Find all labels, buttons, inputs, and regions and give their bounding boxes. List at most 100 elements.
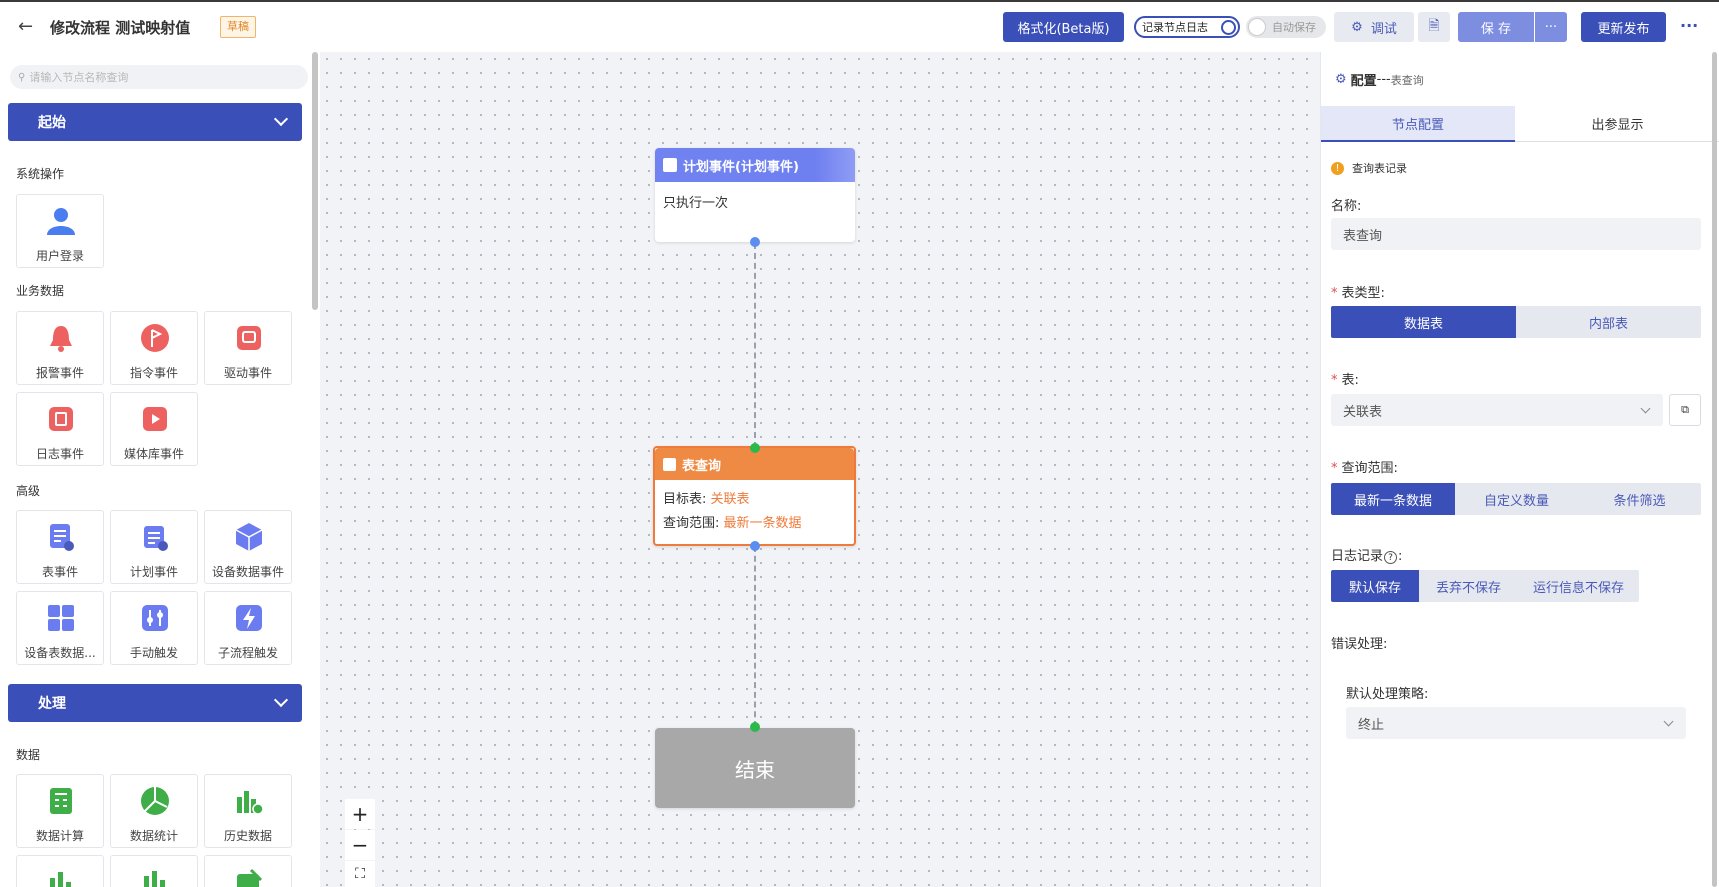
config-panel: ⚙ 配置 --- 表查询 节点配置 出参显示 ! 查询表记录 名称: 表查询 *… <box>1320 52 1719 887</box>
range-row: 查询范围: 最新一条数据 <box>663 512 846 536</box>
tile-partial[interactable] <box>16 855 104 887</box>
zoom-out-button[interactable]: − <box>345 830 375 860</box>
format-button[interactable]: 格式化(Beta版) <box>1003 12 1124 42</box>
tile-log-event[interactable]: 日志事件 <box>16 392 104 466</box>
tab-output-display[interactable]: 出参显示 <box>1515 106 1719 142</box>
output-port-dot[interactable] <box>750 237 760 247</box>
tab-node-config[interactable]: 节点配置 <box>1321 106 1515 142</box>
right-edge-scrollbar[interactable] <box>1712 52 1717 887</box>
warning-icon: ! <box>1331 161 1344 175</box>
log-toggle[interactable]: 记录节点日志 <box>1134 16 1240 38</box>
tile-media-event[interactable]: 媒体库事件 <box>110 392 198 466</box>
palette-scrollbar[interactable] <box>312 52 318 310</box>
tile-device-data-event[interactable]: 设备数据事件 <box>204 510 292 584</box>
table-select[interactable]: 关联表 <box>1331 394 1663 426</box>
table-event-icon <box>50 524 74 551</box>
tile-data-stats[interactable]: 数据统计 <box>110 774 198 848</box>
tile-table-event[interactable]: 表事件 <box>16 510 104 584</box>
config-title: 配置 <box>1350 74 1377 89</box>
range-label: * 查询范围: <box>1331 461 1398 476</box>
top-toolbar: ← 修改流程 测试映射值 草稿 格式化(Beta版) 记录节点日志 自动保存 ⚙… <box>0 0 1719 52</box>
tile-data-calc[interactable]: 数据计算 <box>16 774 104 848</box>
policy-select[interactable]: 终止 <box>1346 707 1686 739</box>
overflow-menu-icon[interactable]: ··· <box>1680 16 1698 35</box>
output-port-dot[interactable] <box>750 541 760 551</box>
input-port-dot[interactable] <box>750 722 760 732</box>
tile-subflow-trigger[interactable]: 子流程触发 <box>204 591 292 665</box>
calculator-icon <box>50 788 72 814</box>
node-plan-event[interactable]: 计划事件(计划事件) 只执行一次 <box>655 148 855 242</box>
section-advanced: 高级 <box>16 484 41 498</box>
range-custom[interactable]: 自定义数量 <box>1455 483 1578 515</box>
tile-device-table-data[interactable]: 设备表数据... <box>16 591 104 665</box>
bar-chart-icon <box>144 871 165 887</box>
drive-icon <box>237 326 261 350</box>
tile-partial[interactable] <box>110 855 198 887</box>
node-title: 计划事件(计划事件) <box>683 159 799 175</box>
tile-alarm-event[interactable]: 报警事件 <box>16 311 104 385</box>
tile-label: 数据统计 <box>129 829 178 843</box>
section-system: 系统操作 <box>16 167 65 181</box>
chevron-down-icon <box>273 692 289 708</box>
label-text: 表: <box>1341 373 1359 388</box>
tile-history-data[interactable]: 历史数据 <box>204 774 292 848</box>
bar-history-icon <box>237 791 264 815</box>
table-label: * 表: <box>1331 373 1359 388</box>
category-start[interactable]: 起始 <box>8 103 302 141</box>
name-label: 名称: <box>1331 199 1362 214</box>
zoom-in-button[interactable]: + <box>345 799 375 829</box>
node-table-query[interactable]: 表查询 目标表: 关联表 查询范围: 最新一条数据 <box>653 446 856 546</box>
publish-button[interactable]: 更新发布 <box>1581 12 1666 42</box>
save-button[interactable]: 保 存 <box>1458 12 1534 42</box>
table-select-value: 关联表 <box>1343 404 1383 420</box>
log-default-save[interactable]: 默认保存 <box>1331 570 1419 602</box>
debug-button[interactable]: ⚙ 调试 <box>1334 12 1414 42</box>
label-text: 查询范围: <box>1341 461 1398 476</box>
tile-label: 计划事件 <box>129 565 178 579</box>
tile-plan-event[interactable]: 计划事件 <box>110 510 198 584</box>
pie-chart-icon <box>141 787 169 815</box>
fit-view-icon[interactable]: ⛶ <box>345 861 375 887</box>
grid-icon <box>48 605 74 631</box>
node-search-input[interactable]: ⚲ 请输入节点名称查询 <box>10 65 308 89</box>
node-body: 只执行一次 <box>663 196 729 211</box>
range-latest[interactable]: 最新一条数据 <box>1331 483 1455 515</box>
document-icon[interactable]: 🗎 <box>1418 12 1450 42</box>
tile-label: 表事件 <box>41 565 78 579</box>
plan-icon <box>144 526 168 551</box>
name-input[interactable]: 表查询 <box>1331 218 1701 250</box>
cube-icon <box>235 523 263 551</box>
save-more-button[interactable]: ··· <box>1535 12 1567 42</box>
log-toggle-label: 记录节点日志 <box>1142 21 1208 34</box>
log-discard[interactable]: 丢弃不保存 <box>1419 570 1518 602</box>
node-header: 计划事件(计划事件) <box>655 148 855 182</box>
table-type-data-table[interactable]: 数据表 <box>1331 306 1516 338</box>
help-icon[interactable]: ? <box>1384 551 1398 564</box>
node-end[interactable]: 结束 <box>655 728 855 808</box>
tile-partial[interactable] <box>204 855 292 887</box>
tab-label: 出参显示 <box>1591 118 1644 133</box>
config-separator: --- <box>1376 72 1391 87</box>
autosave-toggle[interactable]: 自动保存 <box>1246 16 1326 38</box>
tile-command-event[interactable]: 指令事件 <box>110 311 198 385</box>
back-arrow-icon[interactable]: ← <box>18 16 33 37</box>
tile-manual-trigger[interactable]: 手动触发 <box>110 591 198 665</box>
label-text: 表类型: <box>1341 286 1385 301</box>
table-type-internal[interactable]: 内部表 <box>1516 306 1701 338</box>
sliders-icon <box>142 605 168 631</box>
toggle-knob-icon <box>1248 18 1266 36</box>
table-link-button[interactable]: ⧉ <box>1669 394 1701 426</box>
log-no-runtime-info[interactable]: 运行信息不保存 <box>1518 570 1639 602</box>
gear-icon: ⚙ <box>1335 72 1347 87</box>
tile-label: 手动触发 <box>129 646 178 660</box>
table-link-icon: ⧉ <box>1681 403 1689 416</box>
input-port-dot[interactable] <box>750 443 760 453</box>
log-label: 日志记录?: <box>1331 549 1403 564</box>
tile-user-login[interactable]: 用户登录 <box>16 194 104 268</box>
flag-icon <box>141 324 169 352</box>
tile-driver-event[interactable]: 驱动事件 <box>204 311 292 385</box>
category-process[interactable]: 处理 <box>8 684 302 722</box>
range-filter[interactable]: 条件筛选 <box>1578 483 1701 515</box>
status-badge: 草稿 <box>220 16 256 38</box>
category-process-label: 处理 <box>38 696 66 712</box>
